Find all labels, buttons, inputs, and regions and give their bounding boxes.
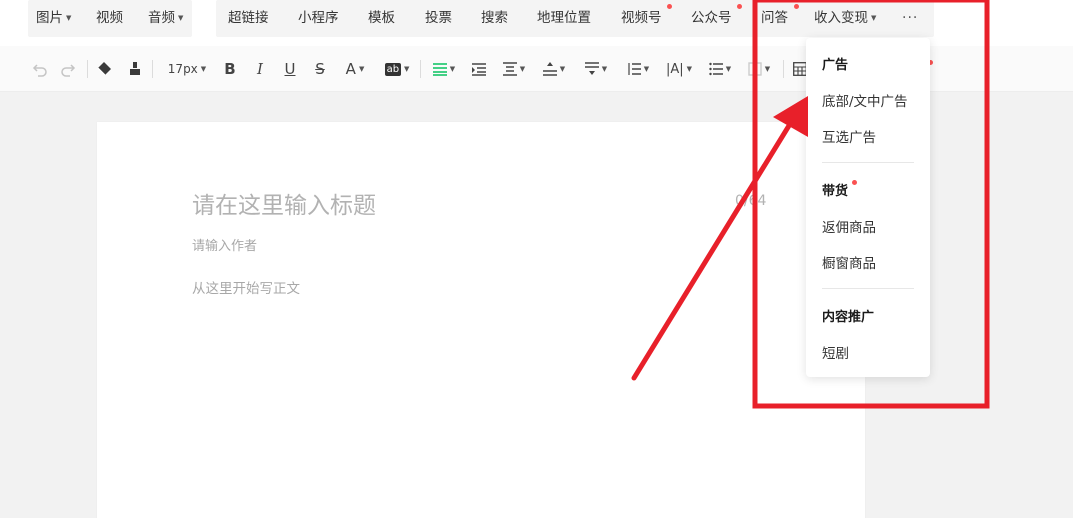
list-button[interactable]: ▼ bbox=[706, 57, 734, 81]
chevron-down-icon: ▼ bbox=[449, 65, 456, 73]
goods-notice-dot bbox=[852, 180, 857, 185]
space-after-button[interactable]: ▼ bbox=[582, 57, 610, 81]
bold-button[interactable]: B bbox=[220, 57, 240, 81]
insert-hyperlink-button[interactable]: 超链接 bbox=[228, 0, 269, 37]
insert-audio-label: 音频 bbox=[148, 10, 175, 26]
format-painter-icon[interactable] bbox=[125, 57, 145, 81]
chevron-down-icon: ▼ bbox=[725, 65, 732, 73]
title-input[interactable]: 请在这里输入标题 bbox=[192, 186, 376, 220]
spacing-button[interactable]: ▼ bbox=[500, 57, 528, 81]
undo-icon[interactable] bbox=[30, 57, 50, 81]
toolbar-divider bbox=[87, 60, 88, 78]
chevron-down-icon: ▼ bbox=[404, 65, 410, 73]
clear-format-icon[interactable] bbox=[94, 57, 114, 81]
space-before-icon bbox=[542, 62, 557, 76]
insert-video-button[interactable]: 视频 bbox=[96, 0, 123, 37]
insert-template-button[interactable]: 模板 bbox=[368, 0, 395, 37]
promo-section-title: 内容推广 bbox=[822, 310, 875, 325]
align-button[interactable]: ▼ bbox=[430, 57, 458, 81]
chevron-down-icon: ▼ bbox=[686, 65, 693, 73]
letter-spacing-label: |A| bbox=[665, 61, 684, 77]
bg-color-label: ab bbox=[384, 62, 402, 76]
font-color-button[interactable]: A ▼ bbox=[340, 57, 370, 81]
underline-button[interactable]: U bbox=[280, 57, 300, 81]
insert-tool-icon bbox=[748, 62, 762, 76]
align-left-icon bbox=[432, 63, 447, 76]
toolbar-divider bbox=[783, 60, 784, 78]
chevron-down-icon: ▼ bbox=[66, 14, 72, 22]
italic-button[interactable]: I bbox=[250, 57, 270, 81]
menu-item-showcase-goods[interactable]: 橱窗商品 bbox=[822, 252, 876, 272]
line-height-icon bbox=[628, 63, 641, 75]
title-char-count: 0/64 bbox=[735, 193, 767, 209]
media-group: 图片 ▼ 视频 音频 ▼ bbox=[28, 0, 192, 37]
author-input[interactable]: 请输入作者 bbox=[192, 235, 257, 254]
chevron-down-icon: ▼ bbox=[643, 65, 650, 73]
toolbar-divider bbox=[420, 60, 421, 78]
insert-audio-button[interactable]: 音频 ▼ bbox=[148, 0, 183, 37]
insert-qa-button[interactable]: 问答 bbox=[761, 0, 788, 37]
menu-item-commission-goods[interactable]: 返佣商品 bbox=[822, 216, 876, 236]
chevron-down-icon: ▼ bbox=[871, 14, 877, 22]
menu-item-mutual-ads[interactable]: 互选广告 bbox=[822, 126, 876, 146]
paragraph-spacing-icon bbox=[502, 62, 517, 76]
insert-vote-button[interactable]: 投票 bbox=[425, 0, 452, 37]
monetize-label: 收入变现 bbox=[814, 10, 868, 26]
letter-spacing-button[interactable]: |A| ▼ bbox=[664, 57, 694, 81]
insert-image-label: 图片 bbox=[36, 10, 63, 26]
chevron-down-icon: ▼ bbox=[764, 65, 771, 73]
menu-divider bbox=[822, 288, 914, 289]
strikethrough-button[interactable]: S bbox=[310, 57, 330, 81]
indent-icon[interactable] bbox=[470, 57, 488, 81]
insert-search-button[interactable]: 搜索 bbox=[481, 0, 508, 37]
monetize-button[interactable]: 收入变现 ▼ bbox=[814, 0, 876, 37]
insert-group: 超链接 小程序 模板 投票 搜索 地理位置 视频号 公众号 问答 收入变现 ▼ ·… bbox=[216, 0, 934, 37]
editor-page: 请在这里输入标题 0/64 请输入作者 从这里开始写正文 bbox=[97, 122, 865, 518]
font-color-label: A bbox=[345, 60, 356, 78]
bullet-list-icon bbox=[709, 62, 723, 76]
font-size-select[interactable]: 17px ▼ bbox=[164, 57, 210, 81]
official-account-notice-dot bbox=[737, 4, 742, 9]
chevron-down-icon: ▼ bbox=[358, 65, 365, 73]
qa-notice-dot bbox=[794, 4, 799, 9]
monetize-dropdown: 广告 底部/文中广告 互选广告 带货 返佣商品 橱窗商品 内容推广 短剧 bbox=[806, 38, 930, 377]
space-after-icon bbox=[584, 62, 599, 75]
space-before-button[interactable]: ▼ bbox=[540, 57, 568, 81]
insert-image-button[interactable]: 图片 ▼ bbox=[36, 0, 71, 37]
more-button[interactable]: ··· bbox=[902, 0, 918, 37]
body-editor[interactable]: 从这里开始写正文 bbox=[192, 277, 300, 297]
menu-item-short-drama[interactable]: 短剧 bbox=[822, 342, 849, 362]
insert-location-button[interactable]: 地理位置 bbox=[537, 0, 591, 37]
menu-item-bottom-ads[interactable]: 底部/文中广告 bbox=[822, 90, 908, 110]
chevron-down-icon: ▼ bbox=[200, 65, 207, 73]
insert-mini-program-button[interactable]: 小程序 bbox=[298, 0, 339, 37]
goods-section-title: 带货 bbox=[822, 184, 849, 199]
menu-divider bbox=[822, 162, 914, 163]
font-size-value: 17px bbox=[167, 62, 198, 76]
chevron-down-icon: ▼ bbox=[601, 65, 608, 73]
chevron-down-icon: ▼ bbox=[178, 14, 184, 22]
chevron-down-icon: ▼ bbox=[559, 65, 566, 73]
chevron-down-icon: ▼ bbox=[519, 65, 526, 73]
bg-color-button[interactable]: ab ▼ bbox=[381, 57, 413, 81]
redo-icon[interactable] bbox=[58, 57, 78, 81]
channels-notice-dot bbox=[667, 4, 672, 9]
toolbar-divider bbox=[152, 60, 153, 78]
insert-channels-button[interactable]: 视频号 bbox=[621, 0, 662, 37]
line-height-button[interactable]: ▼ bbox=[624, 57, 652, 81]
ads-section-title: 广告 bbox=[822, 58, 849, 73]
insert-tool-button[interactable]: ▼ bbox=[746, 57, 772, 81]
insert-official-account-button[interactable]: 公众号 bbox=[691, 0, 732, 37]
